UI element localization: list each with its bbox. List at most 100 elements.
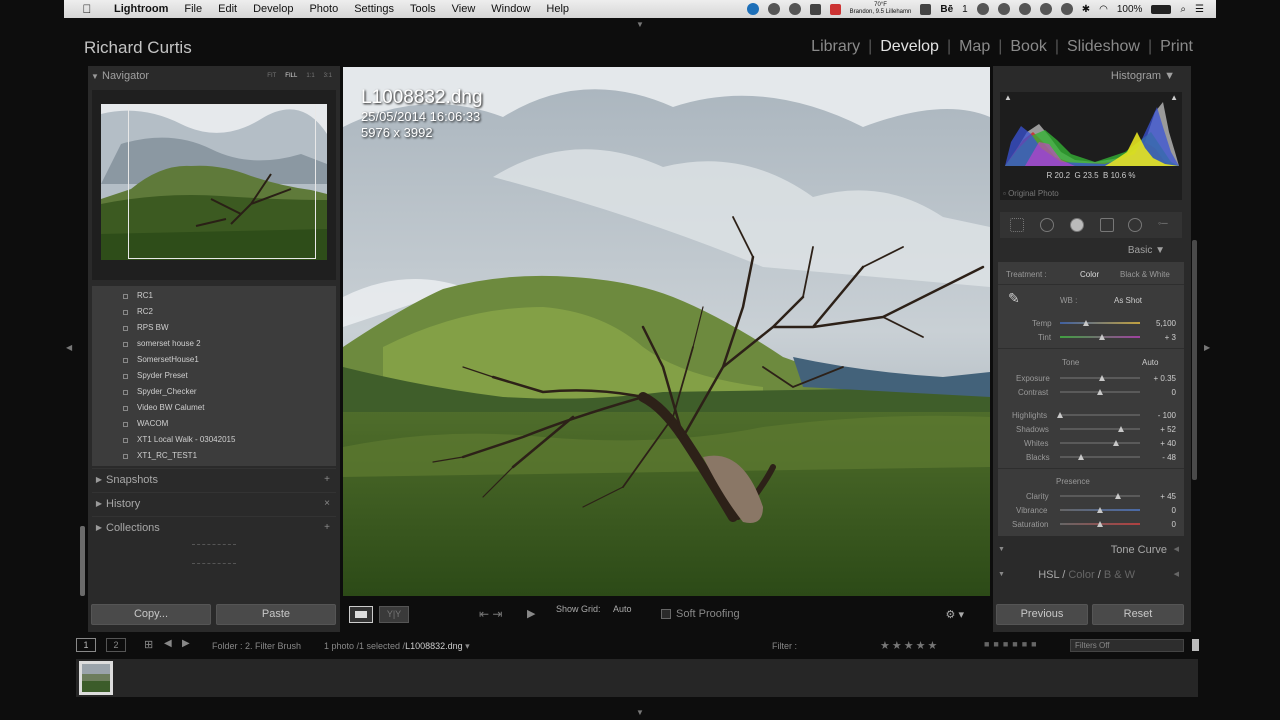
grid-view-icon[interactable]: ⊞ [144,638,153,651]
time-machine-icon[interactable] [1039,3,1052,15]
menu-photo[interactable]: Photo [301,0,346,18]
navigator-header[interactable]: ▼ Navigator FIT FILL 1:1 3:1 [88,66,340,86]
hsl-tab[interactable]: HSL [1038,569,1059,581]
behance-icon[interactable]: Bē [940,4,953,15]
dropbox-icon[interactable] [809,3,821,15]
slider-value[interactable]: 0 [1172,388,1176,397]
temp-slider[interactable] [1060,320,1140,326]
preset-item[interactable]: RC1 [123,288,327,304]
left-scrollbar[interactable] [80,526,85,596]
headphones-icon[interactable] [1018,3,1031,15]
wb-dropdown[interactable]: As Shot [1114,296,1142,305]
contrast-slider[interactable] [1060,389,1140,395]
reset-button[interactable]: Reset [1092,604,1184,625]
white-balance-picker-icon[interactable]: ✎ [1008,290,1020,307]
before-after-button[interactable]: Y|Y [379,606,409,623]
preset-item[interactable]: Video BW Calumet [123,400,327,416]
add-collection-icon[interactable]: + [324,522,330,533]
preset-item[interactable]: somerset house 2 [123,336,327,352]
vibrance-slider[interactable] [1060,507,1140,513]
main-window-button[interactable]: 1 [76,638,96,652]
highlights-slider[interactable] [1057,412,1140,418]
forward-arrow-icon[interactable]: ▶ [182,638,190,649]
slider-value[interactable]: - 100 [1158,411,1176,420]
swap-arrows-icon[interactable]: ⇤ ⇥ [479,607,502,621]
history-section[interactable]: ▶ History × [92,492,336,514]
saturation-slider[interactable] [1060,521,1140,527]
filmstrip-source[interactable]: Folder : 2. Filter Brush [212,641,301,651]
navigator-preview[interactable] [92,90,336,280]
exposure-slider[interactable] [1060,375,1140,381]
slider-knob[interactable] [1077,454,1084,460]
shadows-slider[interactable] [1060,426,1140,432]
red-eye-tool-icon[interactable] [1070,218,1084,232]
slider-knob[interactable] [1099,375,1106,381]
right-scrollbar[interactable] [1192,240,1197,480]
highlight-clipping-icon[interactable]: ▲ [1170,93,1178,102]
paste-button[interactable]: Paste [216,604,336,625]
menu-tools[interactable]: Tools [402,0,444,18]
apple-menu-icon[interactable]:  [76,2,98,16]
bluetooth-icon[interactable]: ✱ [1082,4,1090,15]
hsl-header[interactable]: ▼ HSL / Color / B & W ◀ [993,565,1183,585]
navigator-thumbnail[interactable] [101,104,327,260]
cloud-icon[interactable] [788,3,801,15]
slider-value[interactable]: 0 [1172,520,1176,529]
loupe-view-button[interactable] [349,606,373,623]
slider-value[interactable]: + 3 [1165,333,1176,342]
collections-section[interactable]: ▶ Collections + [92,516,336,538]
show-grid-label[interactable]: Show Grid: [556,604,601,614]
spotlight-icon[interactable]: ⌕ [1180,4,1186,15]
snapshots-section[interactable]: ▶ Snapshots + [92,468,336,490]
slider-knob[interactable] [1057,412,1063,418]
bottom-panel-toggle-icon[interactable]: ▼ [636,708,644,717]
whites-slider[interactable] [1060,440,1140,446]
main-photo[interactable] [343,67,990,596]
spot-removal-tool-icon[interactable] [1040,218,1054,232]
color-tab[interactable]: Color [1068,569,1094,581]
play-icon[interactable]: ▶ [527,607,535,620]
slider-knob[interactable] [1097,521,1103,527]
menu-lightroom[interactable]: Lightroom [106,0,176,18]
slider-value[interactable]: + 0.35 [1154,374,1176,383]
notification-count[interactable]: 1 [962,4,968,15]
zoom-1-1[interactable]: 1:1 [306,73,314,79]
slider-value[interactable]: - 48 [1162,453,1176,462]
slider-value[interactable]: + 45 [1160,492,1176,501]
basic-panel-header[interactable]: Basic ▼ [993,242,1183,260]
preset-item[interactable]: RPS BW [123,320,327,336]
slider-knob[interactable] [1117,426,1124,432]
slider-knob[interactable] [1097,507,1103,513]
clear-history-icon[interactable]: × [324,498,330,509]
panel-switch-icon[interactable]: ▼ [998,565,1005,585]
menu-file[interactable]: File [176,0,210,18]
slider-knob[interactable] [1098,334,1105,340]
module-develop[interactable]: Develop [880,38,939,56]
zoom-3-1[interactable]: 3:1 [324,73,332,79]
tint-slider[interactable] [1060,334,1140,340]
chat-icon[interactable] [976,3,989,15]
preset-item[interactable]: Spyder Preset [123,368,327,384]
photo-canvas[interactable]: L1008832.dng 25/05/2014 16:06:33 5976 x … [343,67,990,596]
slider-value[interactable]: + 52 [1160,425,1176,434]
app-icon[interactable] [829,3,841,15]
zoom-fill[interactable]: FILL [285,73,297,79]
soft-proofing-checkbox[interactable] [661,609,671,619]
left-panel-toggle-icon[interactable]: ◀ [66,343,72,352]
soft-proofing-toggle[interactable]: Soft Proofing [661,608,740,620]
graduated-filter-icon[interactable] [1100,218,1114,232]
tone-auto-button[interactable]: Auto [1142,358,1158,367]
second-window-button[interactable]: 2 [106,638,126,652]
slider-value[interactable]: 5,100 [1156,319,1176,328]
screen-icon[interactable] [920,3,932,15]
navigator-view-rect[interactable] [128,104,316,259]
sync-icon[interactable] [767,3,780,15]
module-slideshow[interactable]: Slideshow [1067,38,1140,56]
tone-curve-header[interactable]: ▼ Tone Curve ◀ [993,540,1183,560]
toolbar-menu-icon[interactable]: ⚙ ▾ [946,608,964,621]
slider-value[interactable]: + 40 [1160,439,1176,448]
preset-item[interactable]: SomersetHouse1 [123,352,327,368]
bluetooth-share-icon[interactable] [997,3,1010,15]
filmstrip-selected-file[interactable]: L1008832.dng [405,641,463,651]
menu-settings[interactable]: Settings [346,0,402,18]
